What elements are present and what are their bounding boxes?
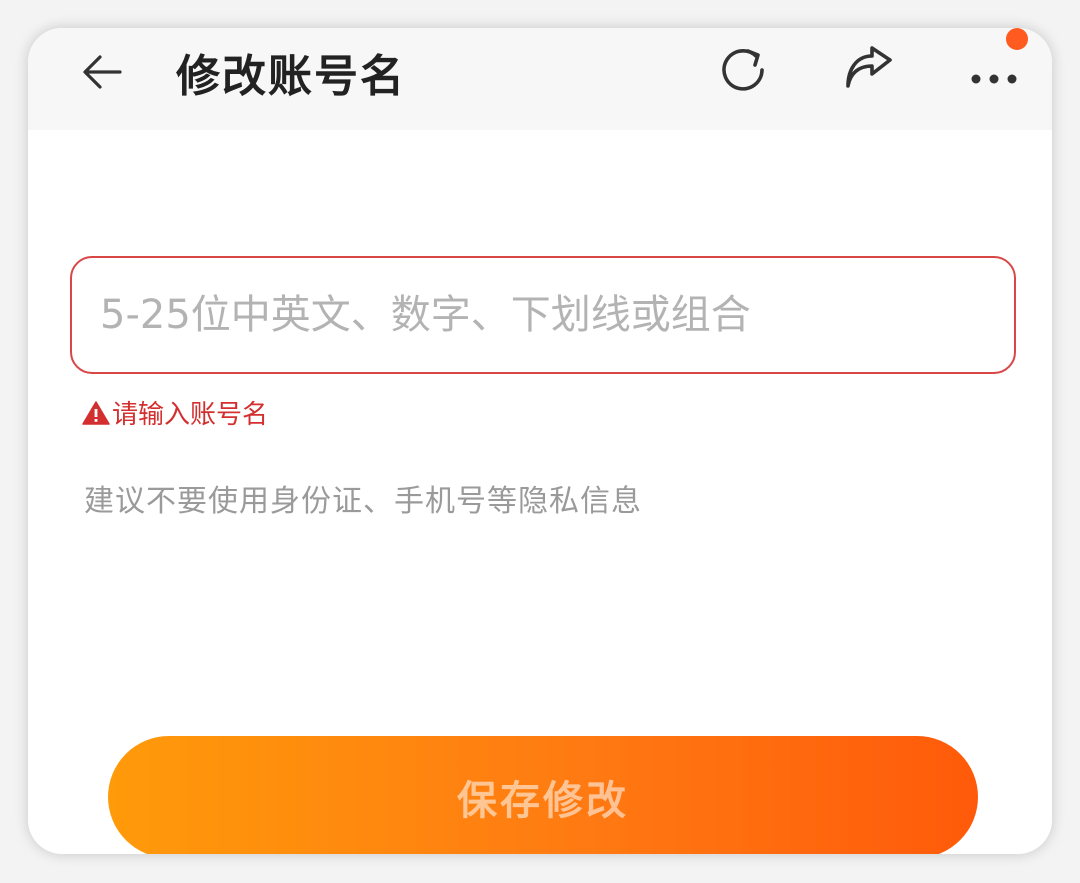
- notification-dot: [1006, 28, 1028, 50]
- screenshot-frame: 修改账号名 5-25位中英文、数字、下划线或组合 请输入账号名 建议不要使用身份…: [0, 0, 1080, 883]
- edit-account-name-page: 修改账号名 5-25位中英文、数字、下划线或组合 请输入账号名 建议不要使用身份…: [28, 28, 1052, 854]
- share-button[interactable]: [836, 40, 900, 104]
- privacy-hint: 建议不要使用身份证、手机号等隐私信息: [84, 484, 642, 519]
- arrow-left-icon: [80, 52, 124, 96]
- account-name-field[interactable]: [70, 256, 1016, 374]
- save-button-label: 保存修改: [457, 779, 629, 823]
- share-icon: [838, 40, 898, 104]
- page-title: 修改账号名: [176, 51, 406, 102]
- back-button[interactable]: [72, 44, 132, 104]
- account-name-input[interactable]: [100, 258, 990, 371]
- error-text: 请输入账号名: [112, 400, 269, 430]
- error-message: 请输入账号名: [82, 398, 268, 432]
- refresh-icon: [714, 40, 774, 104]
- refresh-button[interactable]: [712, 40, 776, 104]
- warning-triangle-icon: [82, 400, 110, 430]
- top-bar: 修改账号名: [28, 28, 1052, 130]
- save-button[interactable]: 保存修改: [108, 736, 978, 854]
